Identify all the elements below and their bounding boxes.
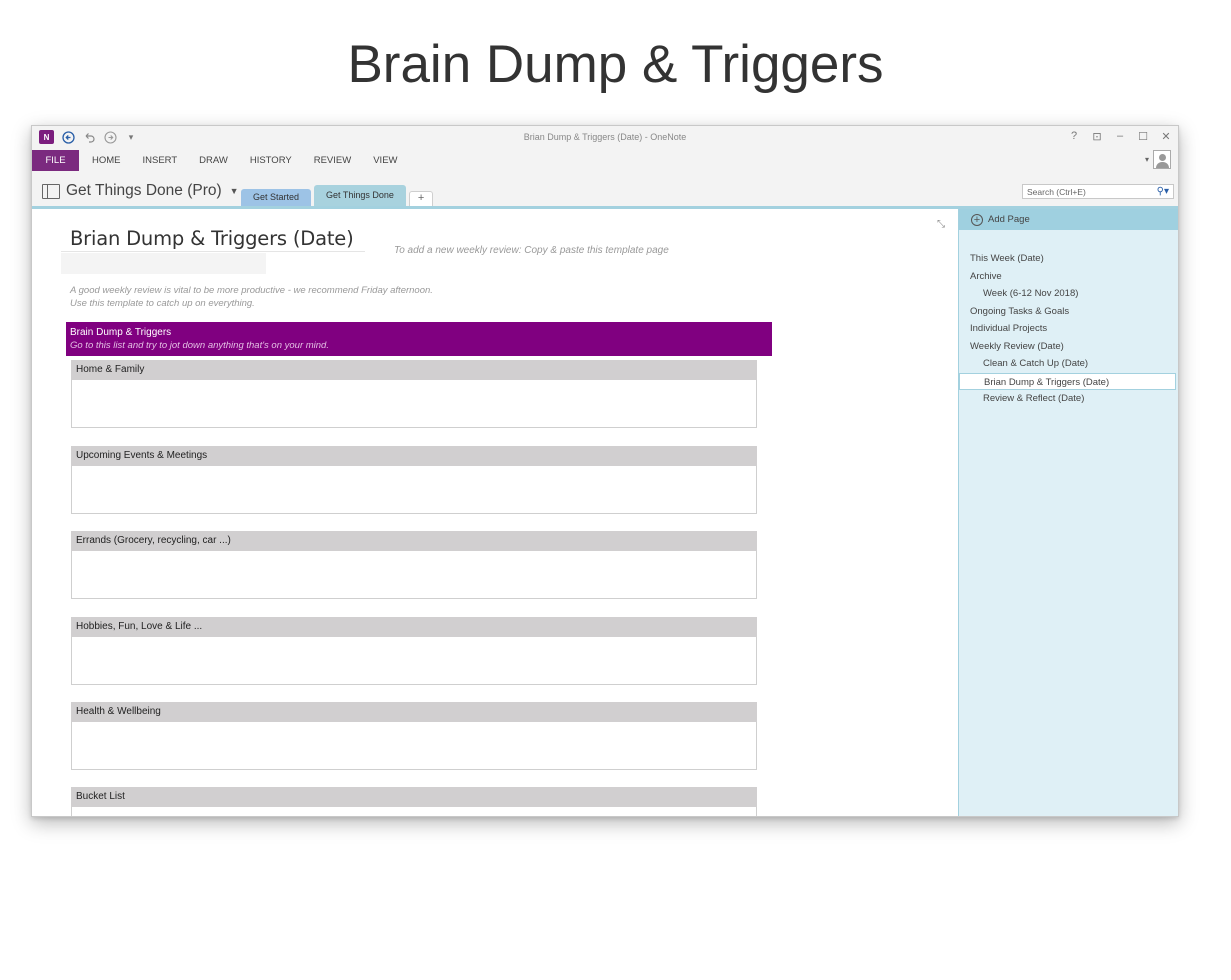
- minimize-icon[interactable]: –: [1114, 130, 1126, 143]
- page-item-archive[interactable]: Archive: [959, 268, 1178, 286]
- page-item-this-week[interactable]: This Week (Date): [959, 250, 1178, 268]
- list-body[interactable]: [71, 722, 757, 770]
- ribbon: FILE HOME INSERT DRAW HISTORY REVIEW VIE…: [32, 150, 1178, 171]
- maximize-icon[interactable]: ☐: [1137, 130, 1149, 143]
- list-box-errands[interactable]: Errands (Grocery, recycling, car ...): [71, 531, 757, 599]
- search-icon[interactable]: ⚲▾: [1157, 186, 1169, 197]
- page-item-weekly-review[interactable]: Weekly Review (Date): [959, 338, 1178, 356]
- list-body[interactable]: [71, 807, 757, 816]
- page-item-week[interactable]: Week (6-12 Nov 2018): [959, 285, 1178, 303]
- close-icon[interactable]: ✕: [1160, 130, 1172, 143]
- list-body[interactable]: [71, 551, 757, 599]
- account-area[interactable]: ▾: [1145, 150, 1171, 169]
- section-tabs: Get Started Get Things Done +: [241, 183, 436, 206]
- slide-headline: Brain Dump & Triggers: [347, 35, 884, 94]
- list-heading: Bucket List: [71, 787, 757, 807]
- banner-title: Brain Dump & Triggers: [70, 327, 172, 338]
- template-hint: To add a new weekly review: Copy & paste…: [394, 245, 669, 256]
- tab-draw[interactable]: DRAW: [188, 150, 239, 171]
- title-divider: [61, 251, 365, 252]
- list-box-health[interactable]: Health & Wellbeing: [71, 702, 757, 770]
- tab-insert[interactable]: INSERT: [132, 150, 189, 171]
- list-box-events-meetings[interactable]: Upcoming Events & Meetings: [71, 446, 757, 514]
- window-title: Brian Dump & Triggers (Date) - OneNote: [523, 132, 687, 142]
- notebook-icon: [42, 183, 60, 199]
- search-placeholder: Search (Ctrl+E): [1027, 186, 1086, 197]
- page-item-individual-projects[interactable]: Individual Projects: [959, 320, 1178, 338]
- tab-view[interactable]: VIEW: [362, 150, 408, 171]
- add-icon: +: [971, 213, 983, 226]
- search-input[interactable]: Search (Ctrl+E) ⚲▾: [1022, 184, 1174, 199]
- intro-line: A good weekly review is vital to be more…: [70, 285, 433, 296]
- intro-line: Use this template to catch up on everyth…: [70, 298, 255, 309]
- page-title[interactable]: Brian Dump & Triggers (Date): [70, 227, 354, 250]
- list-heading: Upcoming Events & Meetings: [71, 446, 757, 466]
- chevron-down-icon[interactable]: ▼: [230, 186, 239, 196]
- list-body[interactable]: [71, 637, 757, 685]
- list-body[interactable]: [71, 466, 757, 514]
- add-page-button[interactable]: + Add Page: [959, 209, 1178, 230]
- avatar[interactable]: [1153, 150, 1171, 169]
- add-page-label: Add Page: [988, 214, 1030, 225]
- page-item-ongoing-tasks[interactable]: Ongoing Tasks & Goals: [959, 303, 1178, 321]
- list-heading: Hobbies, Fun, Love & Life ...: [71, 617, 757, 637]
- title-bar: N ▾ Brian Dump & Triggers (Date) - OneNo…: [32, 126, 1178, 150]
- list-heading: Home & Family: [71, 360, 757, 380]
- list-box-bucket-list[interactable]: Bucket List: [71, 787, 757, 816]
- banner-subtitle: Go to this list and try to jot down anyt…: [70, 340, 329, 351]
- tab-history[interactable]: HISTORY: [239, 150, 303, 171]
- tab-home[interactable]: HOME: [81, 150, 132, 171]
- onenote-window: N ▾ Brian Dump & Triggers (Date) - OneNo…: [31, 125, 1179, 817]
- list-heading: Health & Wellbeing: [71, 702, 757, 722]
- page-item-review-reflect[interactable]: Review & Reflect (Date): [959, 390, 1178, 408]
- page-list-sidebar: + Add Page This Week (Date) Archive Week…: [958, 209, 1178, 816]
- tab-file[interactable]: FILE: [32, 150, 79, 171]
- list-heading: Errands (Grocery, recycling, car ...): [71, 531, 757, 551]
- page-item-clean-catch-up[interactable]: Clean & Catch Up (Date): [959, 355, 1178, 373]
- page-canvas[interactable]: ⤡ Brian Dump & Triggers (Date) To add a …: [32, 209, 958, 816]
- account-caret-icon[interactable]: ▾: [1145, 155, 1149, 164]
- list-box-hobbies[interactable]: Hobbies, Fun, Love & Life ...: [71, 617, 757, 685]
- list-body[interactable]: [71, 380, 757, 428]
- notebook-name: Get Things Done (Pro): [66, 182, 222, 199]
- brain-dump-banner: Brain Dump & Triggers Go to this list an…: [66, 322, 772, 356]
- expand-icon[interactable]: ⤡: [937, 219, 945, 230]
- window-controls: ? ⊡ – ☐ ✕: [1068, 130, 1172, 143]
- tab-review[interactable]: REVIEW: [303, 150, 362, 171]
- notebook-selector[interactable]: Get Things Done (Pro) ▼: [42, 182, 239, 200]
- section-tab-get-started[interactable]: Get Started: [241, 189, 312, 206]
- ribbon-display-icon[interactable]: ⊡: [1091, 130, 1103, 143]
- list-box-home-family[interactable]: Home & Family: [71, 360, 757, 428]
- page-list: This Week (Date) Archive Week (6-12 Nov …: [959, 250, 1178, 408]
- notebook-bar: Get Things Done (Pro) ▼ Get Started Get …: [32, 171, 1178, 206]
- add-section-button[interactable]: +: [408, 191, 434, 206]
- page-item-brain-dump[interactable]: Brian Dump & Triggers (Date): [959, 372, 1176, 390]
- page-date-field[interactable]: [61, 253, 266, 274]
- help-icon[interactable]: ?: [1068, 130, 1080, 143]
- ribbon-tabs: FILE HOME INSERT DRAW HISTORY REVIEW VIE…: [32, 150, 1178, 171]
- section-tab-get-things-done[interactable]: Get Things Done: [314, 185, 406, 206]
- intro-text: A good weekly review is vital to be more…: [70, 284, 433, 310]
